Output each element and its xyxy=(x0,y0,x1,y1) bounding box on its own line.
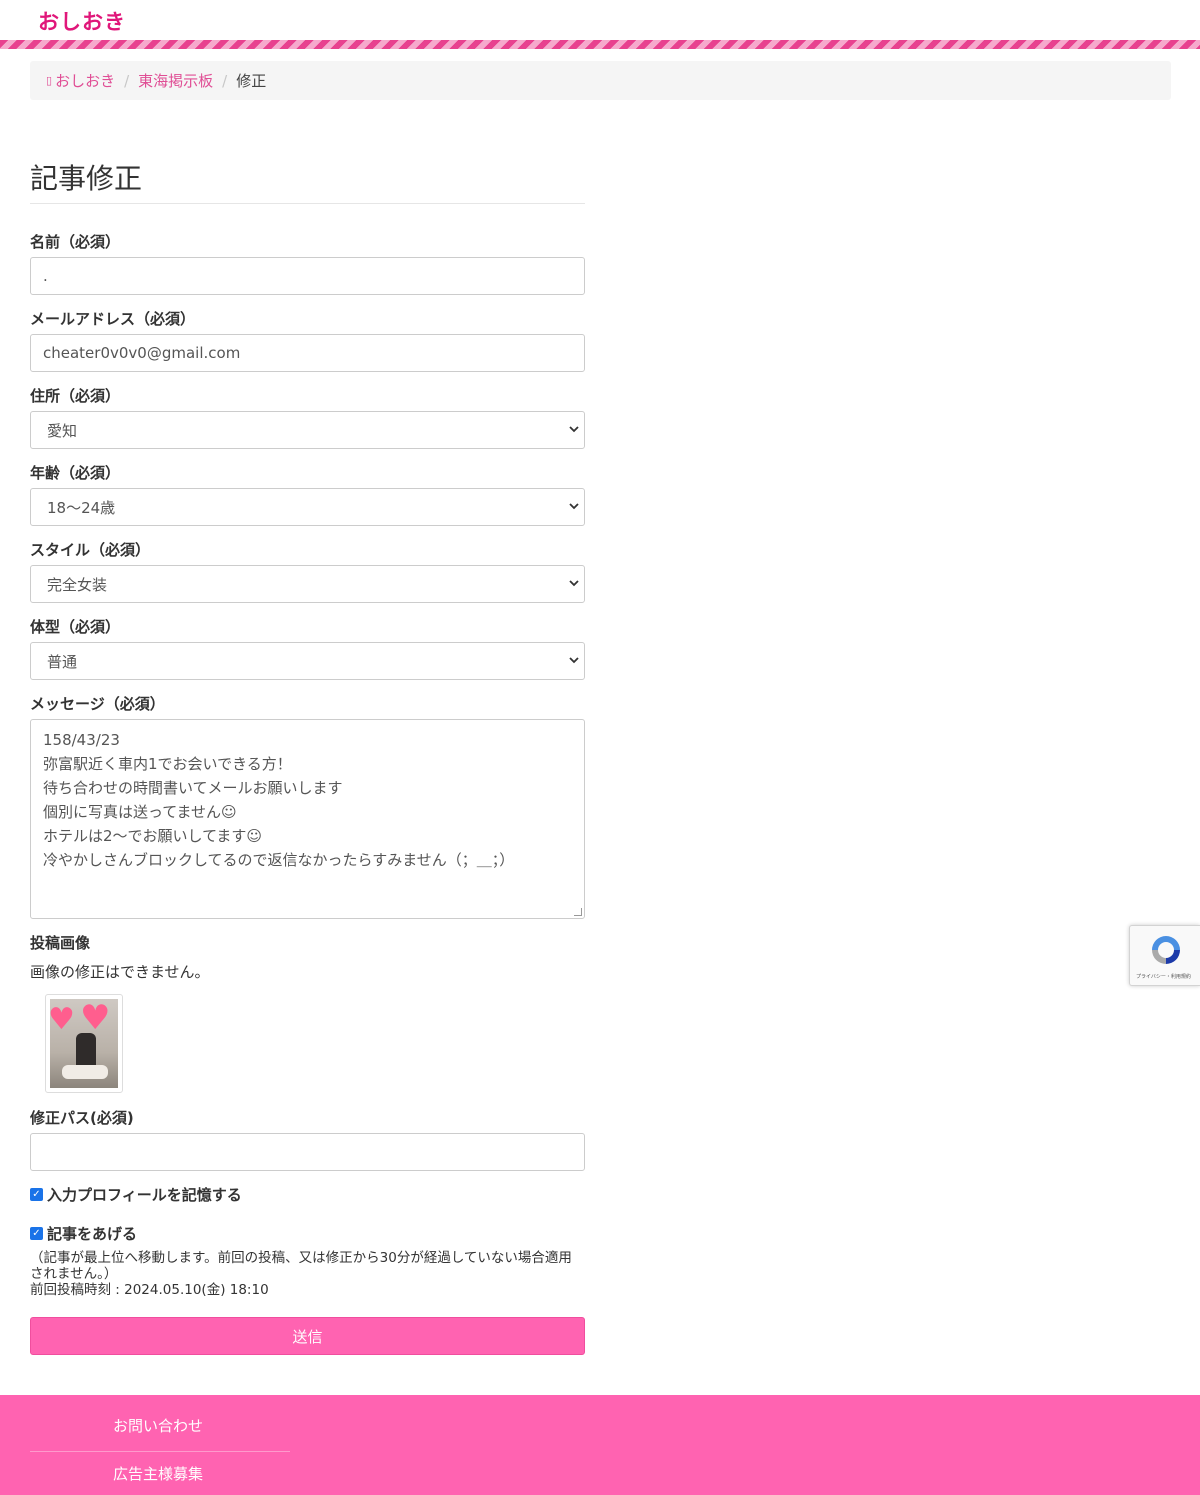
email-input-value: cheater0v0v0@gmail.com xyxy=(43,344,241,362)
age-label: 年齢（必須） xyxy=(30,464,121,482)
last-post-time: 前回投稿時刻 : 2024.05.10(金) 18:10 xyxy=(30,1282,269,1298)
site-logo[interactable]: おしおき xyxy=(38,6,126,36)
remember-profile-row[interactable]: ✓ 入力プロフィールを記憶する xyxy=(30,1184,242,1205)
image-label: 投稿画像 xyxy=(30,934,91,952)
chevron-down-icon xyxy=(569,503,579,510)
address-label: 住所（必須） xyxy=(30,387,121,405)
name-input[interactable]: . xyxy=(30,257,585,295)
chevron-down-icon xyxy=(569,426,579,433)
footer-link-advertise[interactable]: 広告主様募集 xyxy=(113,1463,203,1484)
name-label: 名前（必須） xyxy=(30,233,121,251)
message-line: 個別に写真は送ってません☺︎ xyxy=(43,803,237,821)
message-label: メッセージ（必須） xyxy=(30,695,165,713)
style-label: スタイル（必須） xyxy=(30,541,151,559)
message-line: ホテルは2〜でお願いしてます☺︎ xyxy=(43,827,262,845)
message-line: 弥富駅近く車内1でお会いできる方！ xyxy=(43,755,292,773)
body-type-select[interactable]: 普通 xyxy=(30,642,585,680)
breadcrumb-current: 修正 xyxy=(236,72,267,90)
breadcrumb-separator: / xyxy=(124,71,130,90)
remember-profile-label: 入力プロフィールを記憶する xyxy=(47,1186,242,1204)
message-line: 158/43/23 xyxy=(43,731,120,749)
footer: お問い合わせ 広告主様募集 xyxy=(0,1395,1200,1495)
heart-icon: ♥ xyxy=(80,999,111,1038)
recaptcha-links[interactable]: プライバシー・利用規約 xyxy=(1136,973,1191,980)
resize-handle[interactable] xyxy=(574,908,582,916)
bump-post-checkbox[interactable]: ✓ xyxy=(30,1227,43,1240)
remember-profile-checkbox[interactable]: ✓ xyxy=(30,1188,43,1201)
breadcrumb: ▯ おしおき / 東海掲示板 / 修正 xyxy=(30,61,1171,100)
age-select-value: 18〜24歳 xyxy=(47,498,116,517)
breadcrumb-home-link[interactable]: おしおき xyxy=(55,70,115,91)
title-divider xyxy=(30,203,585,204)
recaptcha-badge[interactable]: プライバシー・利用規約 xyxy=(1129,925,1200,986)
submit-button[interactable]: 送信 xyxy=(30,1317,585,1355)
body-type-select-value: 普通 xyxy=(47,652,78,671)
heart-icon: ♥ xyxy=(50,1002,75,1037)
body-type-label: 体型（必須） xyxy=(30,618,121,636)
posted-image-thumbnail[interactable]: ♥ ♥ xyxy=(45,994,123,1093)
age-select[interactable]: 18〜24歳 xyxy=(30,488,585,526)
breadcrumb-separator: / xyxy=(222,71,228,90)
footer-link-contact[interactable]: お問い合わせ xyxy=(113,1415,203,1436)
style-select-value: 完全女装 xyxy=(47,575,108,594)
name-input-value: . xyxy=(43,267,48,285)
edit-pass-label: 修正パス(必須) xyxy=(30,1109,134,1127)
bump-post-label: 記事をあげる xyxy=(47,1225,138,1243)
message-textarea[interactable]: 158/43/23 弥富駅近く車内1でお会いできる方！ 待ち合わせの時間書いてメ… xyxy=(30,719,585,919)
bump-post-row[interactable]: ✓ 記事をあげる xyxy=(30,1223,137,1244)
bump-note-block: （記事が最上位へ移動します。前回の投稿、又は修正から30分が経過していない場合適… xyxy=(30,1250,585,1298)
page-title: 記事修正 xyxy=(30,162,143,195)
edit-pass-input[interactable] xyxy=(30,1133,585,1171)
address-select[interactable]: 愛知 xyxy=(30,411,585,449)
chevron-down-icon xyxy=(569,580,579,587)
email-label: メールアドレス（必須） xyxy=(30,310,196,328)
email-input[interactable]: cheater0v0v0@gmail.com xyxy=(30,334,585,372)
header-stripe xyxy=(0,40,1200,49)
address-select-value: 愛知 xyxy=(47,421,78,440)
posted-image: ♥ ♥ xyxy=(50,999,118,1088)
bump-note: （記事が最上位へ移動します。前回の投稿、又は修正から30分が経過していない場合適… xyxy=(30,1250,572,1282)
message-line: 冷やかしさんブロックしてるので返信なかったらすみません（；＿；） xyxy=(43,851,515,869)
message-line: 待ち合わせの時間書いてメールお願いします xyxy=(43,779,343,797)
breadcrumb-board-link[interactable]: 東海掲示板 xyxy=(138,70,213,91)
site-header: おしおき xyxy=(0,0,1200,40)
recaptcha-icon xyxy=(1152,936,1180,964)
image-note: 画像の修正はできません。 xyxy=(30,963,210,981)
home-icon: ▯ xyxy=(46,74,53,87)
footer-divider xyxy=(30,1451,290,1452)
chevron-down-icon xyxy=(569,657,579,664)
style-select[interactable]: 完全女装 xyxy=(30,565,585,603)
